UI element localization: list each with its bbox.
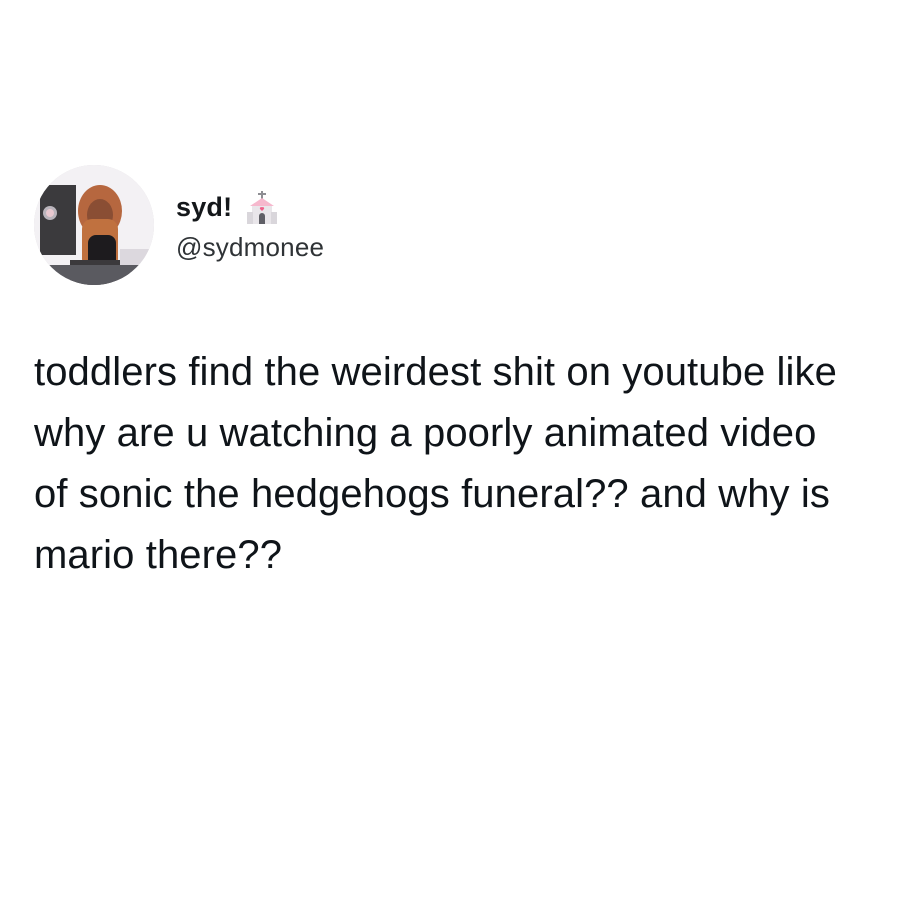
avatar-image — [34, 165, 154, 285]
tweet-text: toddlers find the weirdest shit on youtu… — [34, 350, 837, 577]
wedding-chapel-icon — [244, 190, 280, 226]
name-row: syd! — [176, 188, 324, 228]
avatar[interactable] — [34, 165, 154, 285]
tweet-card: syd! @sydmonee toddlers find the weirdes… — [34, 160, 874, 586]
tweet-header: syd! @sydmonee — [34, 160, 874, 290]
user-handle[interactable]: @sydmonee — [176, 232, 324, 263]
user-identity: syd! @sydmonee — [176, 188, 324, 263]
display-name[interactable]: syd! — [176, 192, 232, 223]
